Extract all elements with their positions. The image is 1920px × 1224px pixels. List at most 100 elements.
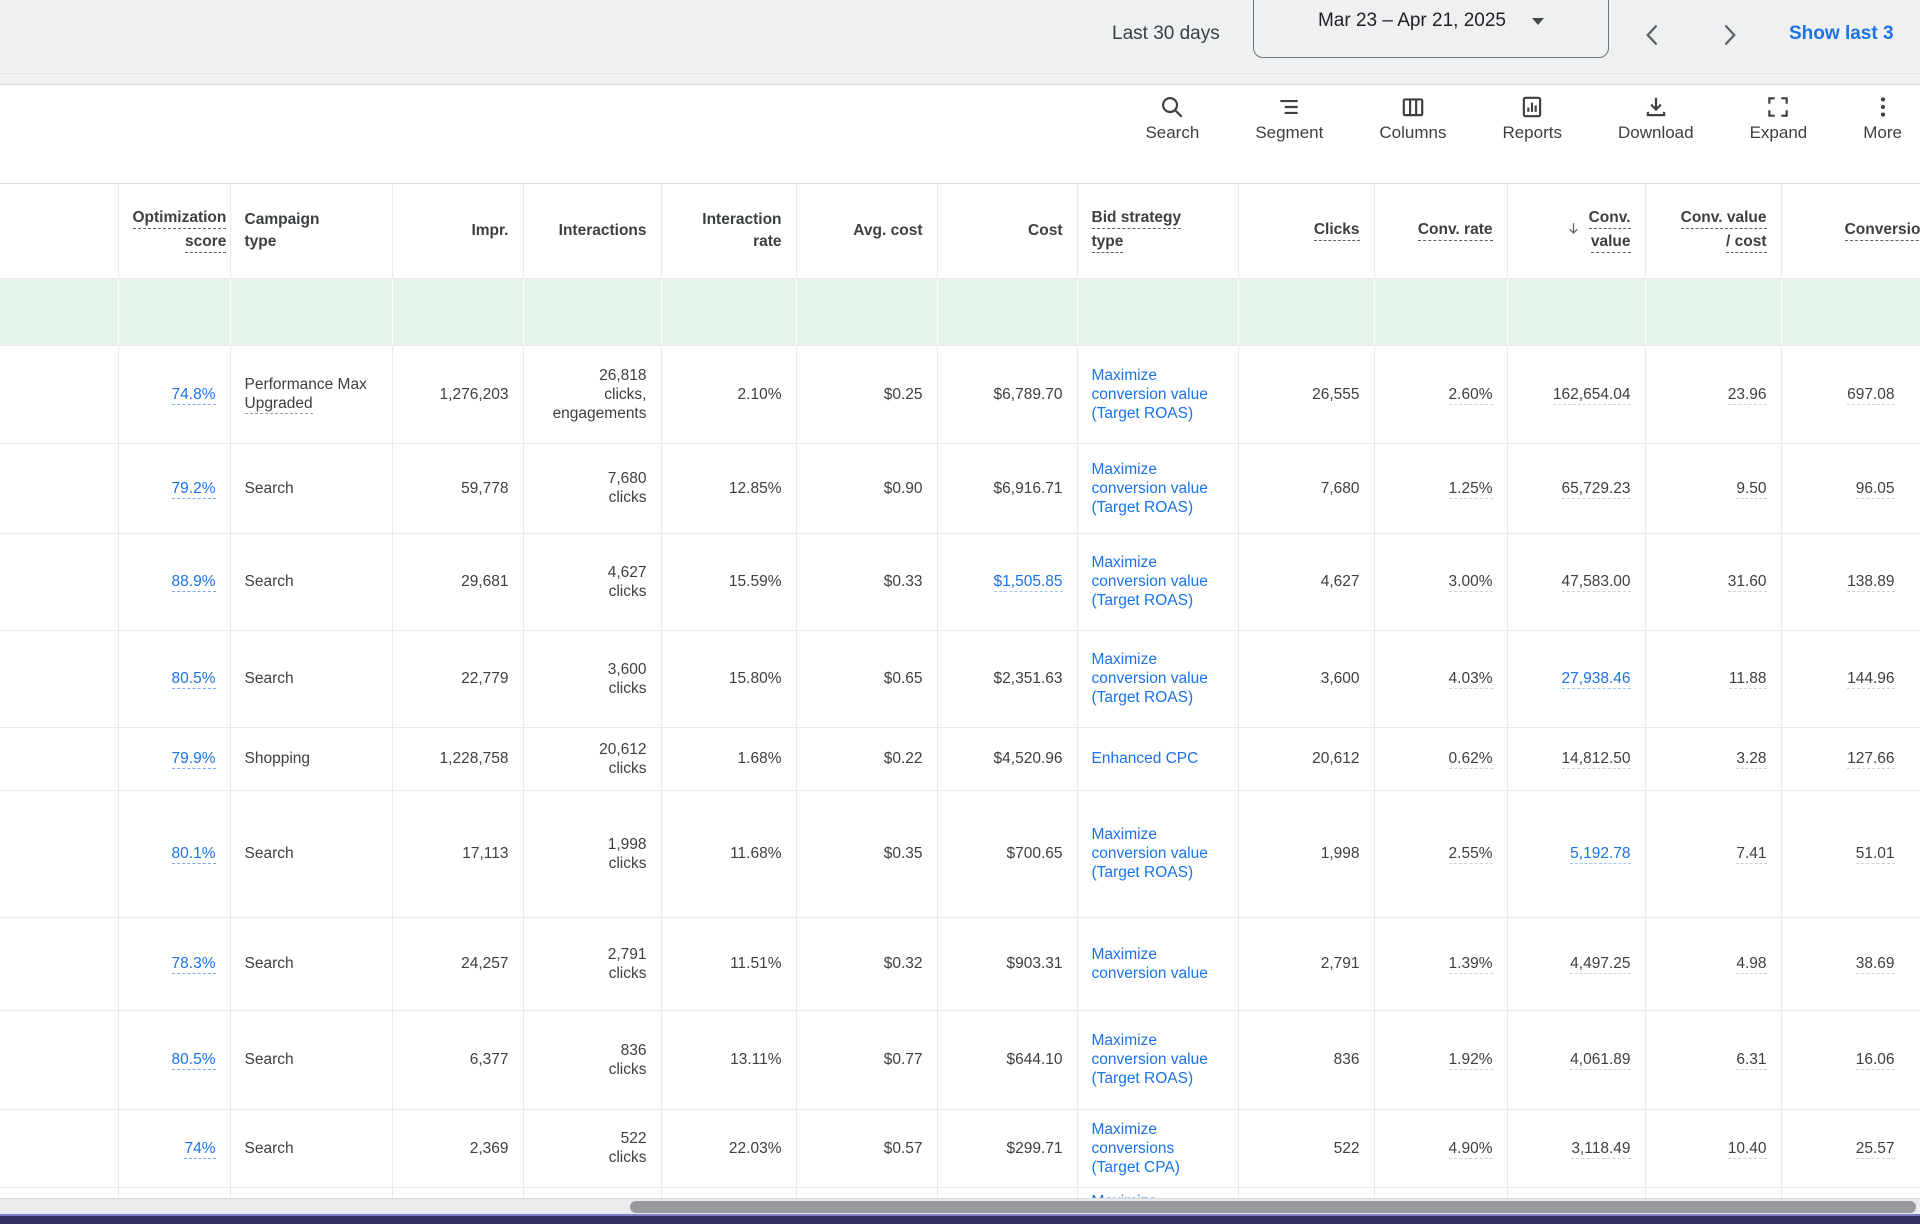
cell-conv-value: 3,118.49 bbox=[1507, 1109, 1645, 1187]
conversions-value: 144.96 bbox=[1847, 670, 1894, 689]
bid-strategy-link[interactable]: Enhanced CPC bbox=[1092, 749, 1199, 768]
bid-strategy-link[interactable]: Maximize conversion value (Target ROAS) bbox=[1092, 553, 1224, 610]
optimization-score-link[interactable]: 74% bbox=[184, 1140, 215, 1159]
previous-period-button[interactable] bbox=[1638, 21, 1668, 51]
table-row: 88.9%Search29,6814,627clicks15.59%$0.33$… bbox=[0, 533, 1920, 630]
campaign-type-text: Shopping bbox=[245, 749, 378, 768]
cell-optimization-score: 74% bbox=[118, 1109, 230, 1187]
optimization-score-link[interactable]: 80.5% bbox=[172, 1051, 216, 1070]
col-header-conv-value-per-cost[interactable]: Conv. value/ cost bbox=[1645, 184, 1781, 278]
optimization-score-link[interactable]: 80.5% bbox=[172, 670, 216, 689]
cell-clicks: 7,680 bbox=[1238, 443, 1374, 533]
bid-strategy-link[interactable]: Maximize conversion value (Target ROAS) bbox=[1092, 1031, 1224, 1088]
window-bottom-edge bbox=[0, 1214, 1920, 1224]
cell-interaction-rate bbox=[661, 1187, 796, 1198]
col-header-blank bbox=[0, 184, 118, 278]
col-header-avg-cost[interactable]: Avg. cost bbox=[796, 184, 937, 278]
date-range-picker[interactable]: Mar 23 – Apr 21, 2025 bbox=[1253, 0, 1609, 58]
cell-bid-strategy: Enhanced CPC bbox=[1077, 727, 1238, 790]
optimization-score-link[interactable]: 78.3% bbox=[172, 955, 216, 974]
toolbar-segment-button[interactable]: Segment bbox=[1255, 94, 1323, 143]
col-header-interactions[interactable]: Interactions bbox=[523, 184, 661, 278]
cell-interaction-rate: 22.03% bbox=[661, 1109, 796, 1187]
col-header-label: Avg. cost bbox=[853, 221, 922, 240]
cell-optimization-score: 80.1% bbox=[118, 790, 230, 917]
conv-rate-value: 4.03% bbox=[1449, 670, 1493, 689]
col-header-interaction-rate[interactable]: Interactionrate bbox=[661, 184, 796, 278]
cell-campaign-type: Performance MaxUpgraded bbox=[230, 345, 392, 443]
cell-campaign-type: Search bbox=[230, 1109, 392, 1187]
col-header-campaign-type[interactable]: Campaigntype bbox=[230, 184, 392, 278]
col-header-conv-rate[interactable]: Conv. rate bbox=[1374, 184, 1507, 278]
toolbar-label: Expand bbox=[1750, 123, 1808, 143]
expand-icon bbox=[1765, 94, 1791, 120]
bid-strategy-link[interactable]: Maximize conversion value (Target ROAS) bbox=[1092, 366, 1224, 423]
cell-avg-cost: $0.33 bbox=[796, 533, 937, 630]
col-header-optimization-score[interactable]: Optimizationscore bbox=[118, 184, 230, 278]
cell-optimization-score: 79.2% bbox=[118, 443, 230, 533]
conv-value-link[interactable]: 5,192.78 bbox=[1570, 845, 1630, 864]
cell-clicks: 26,555 bbox=[1238, 345, 1374, 443]
more-icon bbox=[1870, 94, 1896, 120]
col-header-bid-strategy-type[interactable]: Bid strategytype bbox=[1077, 184, 1238, 278]
conv-rate-value: 1.92% bbox=[1449, 1051, 1493, 1070]
conversions-value: 38.69 bbox=[1856, 955, 1895, 974]
cost-link[interactable]: $1,505.85 bbox=[994, 573, 1063, 592]
campaign-type-text: Search bbox=[245, 954, 378, 973]
cell-conv-value-per-cost: 9.50 bbox=[1645, 443, 1781, 533]
horizontal-scrollbar[interactable] bbox=[0, 1198, 1920, 1214]
toolbar-label: More bbox=[1863, 123, 1902, 143]
next-period-button[interactable] bbox=[1714, 21, 1744, 51]
cell-impressions: 29,681 bbox=[392, 533, 523, 630]
cell-blank bbox=[0, 533, 118, 630]
col-header-conv-value[interactable]: Conv.value bbox=[1507, 184, 1645, 278]
interactions-line: engagements bbox=[538, 404, 647, 423]
cell-conv-rate: 1.25% bbox=[1374, 443, 1507, 533]
col-header-label: Clicks bbox=[1314, 220, 1360, 241]
cell-conv-value: 4,061.89 bbox=[1507, 1010, 1645, 1109]
show-last-link[interactable]: Show last 3 bbox=[1789, 23, 1894, 45]
toolbar-reports-button[interactable]: Reports bbox=[1502, 94, 1562, 143]
cell-bid-strategy: Maximize conversion value bbox=[1077, 917, 1238, 1010]
cell-clicks: 1,998 bbox=[1238, 790, 1374, 917]
cell-campaign-type: Shopping bbox=[230, 727, 392, 790]
bid-strategy-link[interactable]: Maximize conversion value (Target ROAS) bbox=[1092, 460, 1224, 517]
optimization-score-link[interactable]: 79.2% bbox=[172, 480, 216, 499]
optimization-score-link[interactable]: 88.9% bbox=[172, 573, 216, 592]
conv-value-link[interactable]: 27,938.46 bbox=[1562, 670, 1631, 689]
col-header-cost[interactable]: Cost bbox=[937, 184, 1077, 278]
optimization-score-link[interactable]: 79.9% bbox=[172, 750, 216, 769]
col-header-label: Cost bbox=[1028, 221, 1062, 240]
bid-strategy-link[interactable]: Maximize conversion value bbox=[1092, 945, 1224, 983]
sorted-header: Conv.value bbox=[1522, 208, 1631, 253]
cell-impressions bbox=[392, 1187, 523, 1198]
cell-blank bbox=[0, 1010, 118, 1109]
cell-conversions: 51.01 bbox=[1781, 790, 1920, 917]
col-header-clicks[interactable]: Clicks bbox=[1238, 184, 1374, 278]
cell-impressions: 22,779 bbox=[392, 630, 523, 727]
col-header-impressions[interactable]: Impr. bbox=[392, 184, 523, 278]
col-header-conversions[interactable]: Conversions bbox=[1781, 184, 1920, 278]
interactions-line: clicks bbox=[538, 679, 647, 698]
bid-strategy-link[interactable]: Maximize conversion value (Target ROAS) bbox=[1092, 825, 1224, 882]
cell-clicks: 2,791 bbox=[1238, 917, 1374, 1010]
optimization-score-link[interactable]: 80.1% bbox=[172, 845, 216, 864]
cell-conv-value-per-cost: 3.28 bbox=[1645, 727, 1781, 790]
bid-strategy-link[interactable]: Maximize conversion value (Target ROAS) bbox=[1092, 650, 1224, 707]
date-preset-label[interactable]: Last 30 days bbox=[1112, 23, 1220, 45]
toolbar-search-button[interactable]: Search bbox=[1145, 94, 1199, 143]
toolbar-more-button[interactable]: More bbox=[1863, 94, 1902, 143]
scrollbar-thumb[interactable] bbox=[630, 1201, 1916, 1213]
cell-conv-value: 162,654.04 bbox=[1507, 345, 1645, 443]
toolbar-label: Download bbox=[1618, 123, 1694, 143]
toolbar-columns-button[interactable]: Columns bbox=[1379, 94, 1446, 143]
cell-conv-value: 27,938.46 bbox=[1507, 630, 1645, 727]
cell-cost: $6,789.70 bbox=[937, 345, 1077, 443]
bid-strategy-link[interactable]: Maximize conversions (Target CPA) bbox=[1092, 1120, 1224, 1177]
cell-optimization-score: 79.9% bbox=[118, 727, 230, 790]
table-toolbar-zone: Search Segment Columns Reports Download Expan… bbox=[0, 85, 1920, 183]
optimization-score-link[interactable]: 74.8% bbox=[172, 386, 216, 405]
conv-value-value: 3,118.49 bbox=[1571, 1140, 1630, 1159]
toolbar-expand-button[interactable]: Expand bbox=[1750, 94, 1808, 143]
toolbar-download-button[interactable]: Download bbox=[1618, 94, 1694, 143]
